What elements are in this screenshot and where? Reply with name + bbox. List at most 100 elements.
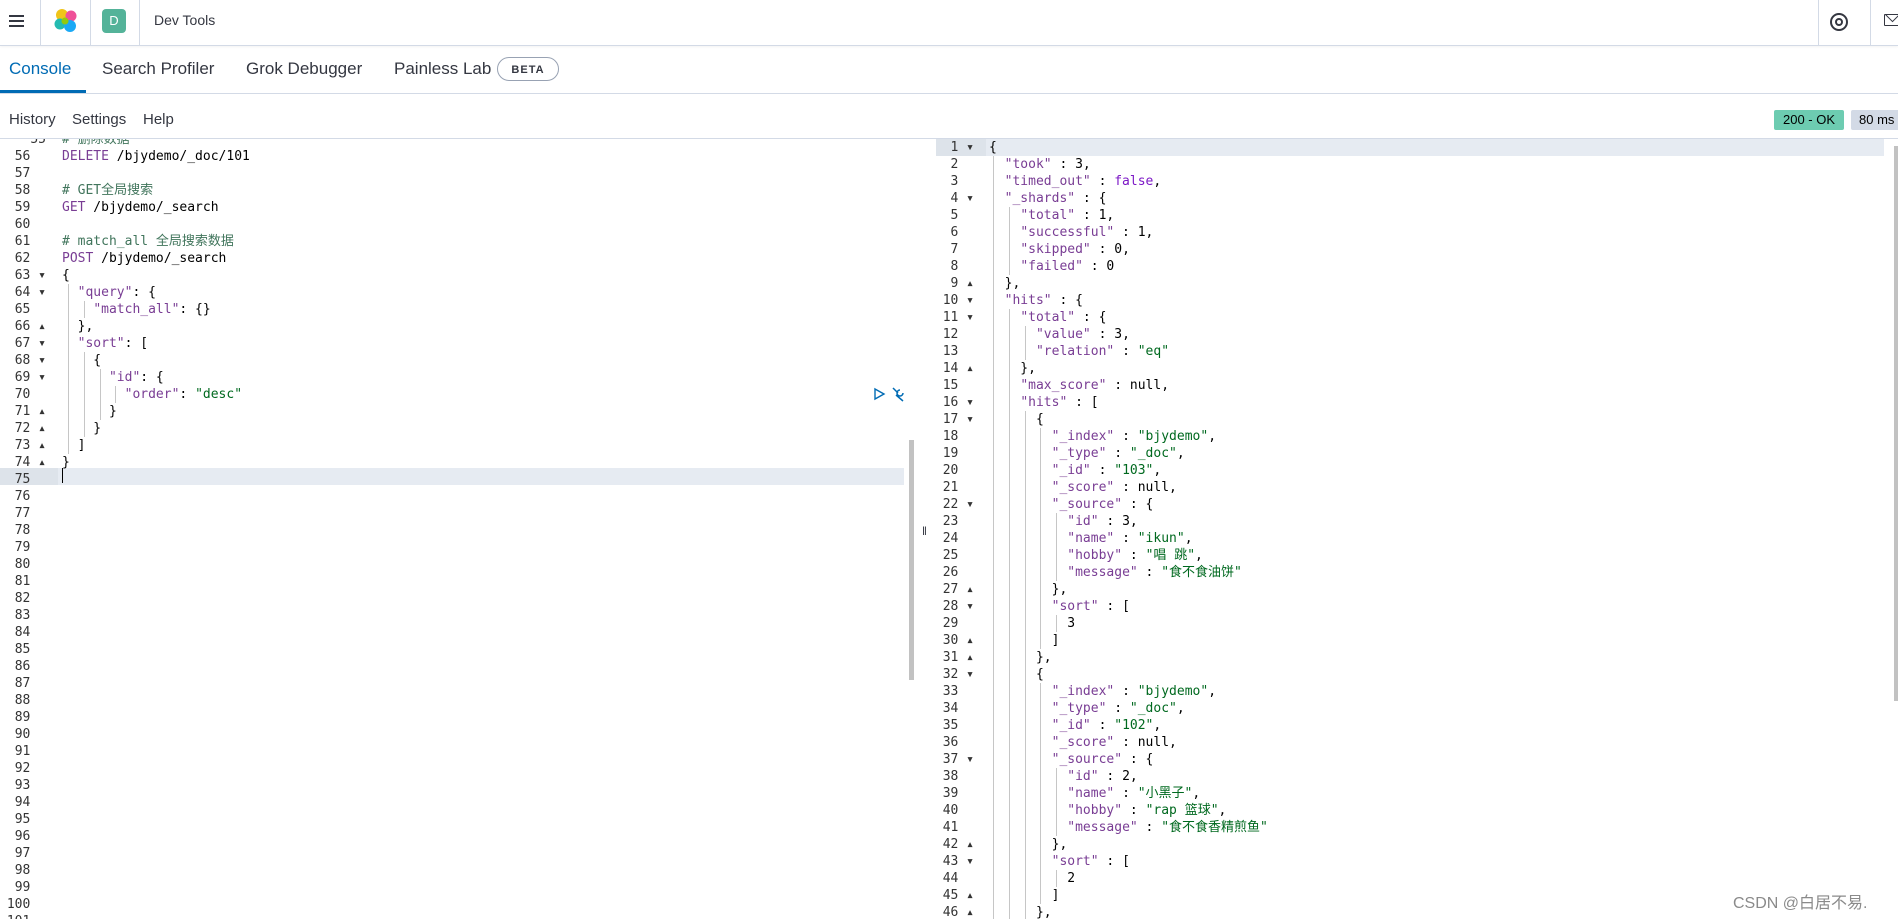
indent-guide [993, 819, 994, 836]
indent-guide [1008, 615, 1010, 632]
indent-guide [68, 403, 69, 420]
line-number: 19 [942, 446, 974, 461]
mail-icon[interactable] [1884, 14, 1898, 26]
line-number: 83 [14, 608, 46, 623]
indent-guide [1008, 598, 1010, 615]
indent-guide [1008, 428, 1010, 445]
indent-guide [1040, 598, 1042, 615]
line-number: 96 [14, 829, 46, 844]
indent-guide [993, 377, 994, 394]
indent-guide [1008, 632, 1010, 649]
line-number: 85 [14, 642, 46, 657]
line-number: 58 [14, 183, 46, 198]
indent-guide [1008, 683, 1010, 700]
indent-guide [993, 581, 994, 598]
response-viewer[interactable]: 1 ▾ 2 3 4 ▾ 5 6 7 8 9 ▴ 10 ▾ 11 ▾ 12 13 14 ▴ 1… [936, 139, 1898, 919]
indent-guide [1040, 751, 1042, 768]
response-gutter: 1 ▾ 2 3 4 ▾ 5 6 7 8 9 ▴ 10 ▾ 11 ▾ 12 13 14 ▴ 1… [936, 139, 986, 919]
indent-guide [1008, 581, 1010, 598]
pane-resizer[interactable]: ‖ [922, 524, 927, 538]
request-scrollbar[interactable] [909, 440, 914, 680]
line-number: 88 [14, 693, 46, 708]
line-number: 75 [14, 472, 46, 487]
indent-guide [1008, 717, 1010, 734]
menu-icon[interactable] [6, 10, 28, 32]
indent-guide [1024, 717, 1026, 734]
request-editor[interactable]: # 删除数据 55 56 57 58 59 60 61 62 63 ▾ 64 ▾ 6… [0, 139, 915, 919]
indent-guide [1024, 768, 1026, 785]
indent-guide [993, 275, 994, 292]
console-menu: History Settings Help 200 - OK 80 ms [0, 94, 1898, 139]
code-line: "hits" : { [1004, 293, 1083, 308]
wrench-icon[interactable] [889, 385, 907, 403]
indent-guide [83, 386, 85, 403]
indent-guide [993, 326, 994, 343]
indent-guide [1056, 513, 1058, 530]
history-link[interactable]: History [9, 111, 56, 128]
indent-guide [993, 734, 994, 751]
indent-guide [993, 870, 994, 887]
code-line: "order": "desc" [124, 387, 243, 402]
code-line: }, [989, 905, 1052, 919]
indent-guide [993, 785, 994, 802]
line-number: 36 [942, 735, 974, 750]
help-link[interactable]: Help [143, 111, 174, 128]
line-number: 61 [14, 234, 46, 249]
code-line: "failed" : 0 [1020, 259, 1115, 274]
tab-painless-lab[interactable]: Painless Lab [394, 59, 491, 79]
indent-guide [993, 207, 994, 224]
tab-grok-debugger[interactable]: Grok Debugger [246, 59, 362, 79]
indent-guide [1024, 785, 1026, 802]
devtools-tabs: Console Search Profiler Grok Debugger Pa… [0, 46, 1898, 94]
code-line: 3 [989, 616, 1076, 631]
indent-guide [1040, 734, 1042, 751]
indent-guide [1056, 768, 1058, 785]
tab-console[interactable]: Console [9, 59, 71, 79]
indent-guide [993, 768, 994, 785]
indent-guide [1024, 530, 1026, 547]
line-number: 41 [942, 820, 974, 835]
line-number: 21 [942, 480, 974, 495]
indent-guide [993, 853, 994, 870]
indent-guide [993, 173, 994, 190]
response-scrollbar[interactable] [1894, 146, 1898, 701]
indent-guide [993, 887, 994, 904]
line-number: 91 [14, 744, 46, 759]
indent-guide [1024, 411, 1026, 428]
line-number: 79 [14, 540, 46, 555]
line-number: 65 [14, 302, 46, 317]
indent-guide [1024, 836, 1026, 853]
indent-guide [1008, 904, 1010, 919]
code-line: "_score" : null, [1051, 735, 1177, 750]
indent-guide [1008, 836, 1010, 853]
indent-guide [1040, 615, 1042, 632]
indent-guide [1008, 887, 1010, 904]
code-line: "sort" : [ [1051, 599, 1130, 614]
line-number: 33 [942, 684, 974, 699]
code-line: }, [989, 582, 1068, 597]
code-line: "_index" : "bjydemo", [1051, 429, 1217, 444]
request-code[interactable]: DELETE /bjydemo/_doc/101 # GET全局搜索 GET /bj… [62, 139, 902, 919]
request-gutter: 55 56 57 58 59 60 61 62 63 ▾ 64 ▾ 65 66 ▴ 6… [0, 139, 58, 919]
help-icon[interactable] [1830, 13, 1848, 31]
indent-guide [1024, 734, 1026, 751]
indent-guide [1008, 462, 1010, 479]
indent-guide [993, 445, 994, 462]
play-icon[interactable] [872, 387, 886, 401]
line-number: 39 [942, 786, 974, 801]
indent-guide [1008, 309, 1010, 326]
indent-guide [68, 437, 69, 454]
indent-guide [993, 479, 994, 496]
line-number: 7 [950, 242, 974, 257]
indent-guide [993, 615, 994, 632]
code-line: "id" : 2, [1067, 769, 1138, 784]
line-number: 87 [14, 676, 46, 691]
tab-search-profiler[interactable]: Search Profiler [102, 59, 214, 79]
space-avatar[interactable]: D [102, 9, 126, 33]
line-number: 92 [14, 761, 46, 776]
settings-link[interactable]: Settings [72, 111, 126, 128]
indent-guide [1008, 768, 1010, 785]
line-number: 99 [14, 880, 46, 895]
elastic-logo-icon[interactable] [52, 7, 80, 35]
indent-guide [1024, 700, 1026, 717]
